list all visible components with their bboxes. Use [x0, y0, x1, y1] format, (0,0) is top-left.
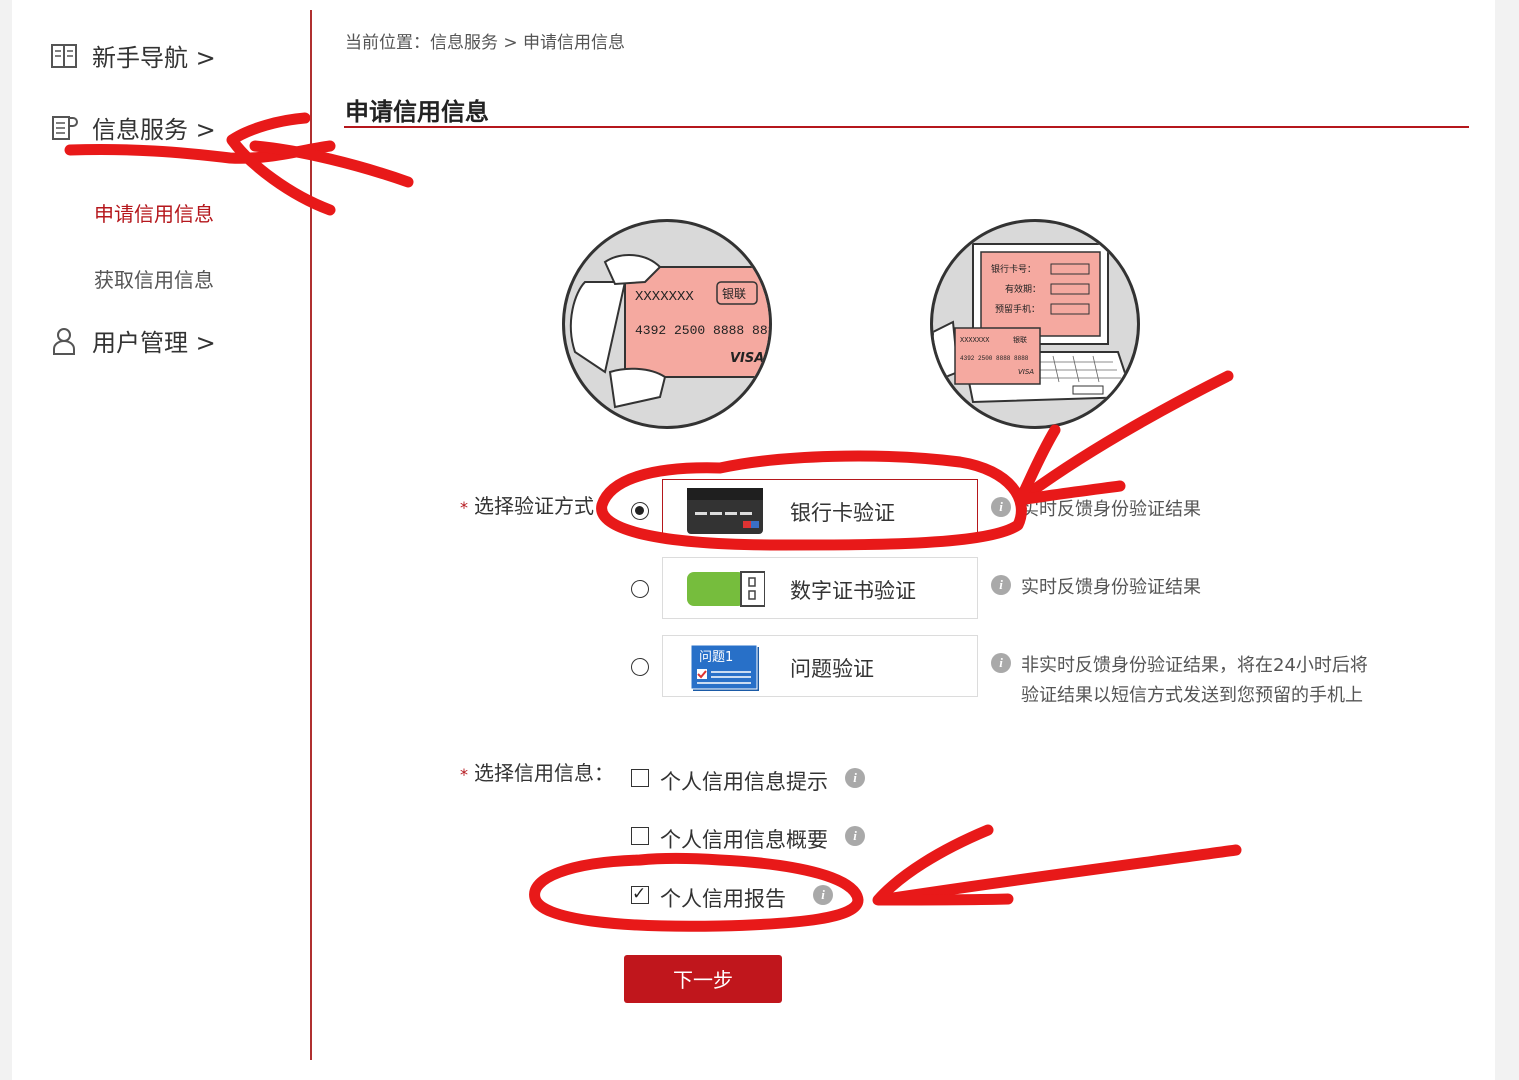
option-bank-card[interactable]: 银行卡验证 [662, 479, 978, 541]
required-mark: * [460, 498, 468, 517]
info-icon[interactable]: i [991, 497, 1011, 517]
checkbox-label: 个人信用信息提示 [660, 770, 828, 794]
option-label: 问题验证 [790, 657, 874, 681]
book-icon [48, 40, 80, 72]
usb-key-icon [685, 563, 766, 613]
nav-item-label: 新手导航 > [92, 44, 216, 72]
option-hint: 非实时反馈身份验证结果，将在24小时后将 [1021, 655, 1368, 676]
option-question[interactable]: 问题1 问题验证 [662, 635, 978, 697]
checkbox-credit-report[interactable]: ✓ [631, 884, 649, 904]
laptop-field-card: 银行卡号： [991, 263, 1036, 275]
card-number: 4392 2500 8888 888 [635, 323, 769, 338]
laptop-card-number: 4392 2500 8888 8888 [960, 355, 1029, 362]
laptop-field-phone: 预留手机： [995, 303, 1040, 315]
user-icon [48, 325, 80, 357]
laptop-field-expiry: 有效期： [1005, 283, 1041, 295]
laptop-card-name: XXXXXXX [960, 337, 990, 345]
checkbox-label: 个人信用报告 [660, 887, 786, 911]
credit-info-label-text: 选择信用信息： [474, 761, 614, 785]
checkbox-credit-summary[interactable] [631, 827, 649, 845]
title-underline [344, 126, 1469, 128]
page-title: 申请信用信息 [345, 98, 489, 126]
credit-info-label: * 选择信用信息： [460, 757, 614, 786]
sidebar: 新手导航 > 信息服务 > 申请信用信息 获取信用信息 用户管理 > [12, 0, 310, 1060]
page: 新手导航 > 信息服务 > 申请信用信息 获取信用信息 用户管理 > 当前位置：… [12, 0, 1495, 1080]
breadcrumb: 当前位置：信息服务 > 申请信用信息 [345, 33, 626, 53]
sidebar-item-apply-credit[interactable]: 申请信用信息 [94, 198, 214, 227]
option-digital-cert[interactable]: 数字证书验证 [662, 557, 978, 619]
scrollbar[interactable] [1495, 0, 1519, 1080]
radio-bank-card[interactable] [631, 502, 649, 520]
nav-item-guide[interactable]: 新手导航 > [48, 38, 216, 73]
card-illustration: XXXXXXX 银联 4392 2500 8888 888 VISA [562, 219, 772, 429]
document-icon [48, 112, 80, 144]
check-mark-icon: ✓ [632, 884, 647, 904]
sidebar-item-get-credit[interactable]: 获取信用信息 [94, 264, 214, 293]
laptop-card-brand: 银联 [1013, 335, 1027, 344]
sidebar-divider [310, 10, 312, 1060]
bank-card-icon [685, 485, 765, 535]
info-icon[interactable]: i [813, 885, 833, 905]
checkbox-label: 个人信用信息概要 [660, 828, 828, 852]
nav-item-label: 用户管理 > [92, 329, 216, 357]
question-card-icon: 问题1 [685, 641, 765, 691]
info-icon[interactable]: i [845, 768, 865, 788]
option-hint: 实时反馈身份验证结果 [1021, 499, 1201, 520]
info-icon[interactable]: i [845, 826, 865, 846]
info-icon[interactable]: i [991, 575, 1011, 595]
required-mark: * [460, 765, 468, 784]
nav-item-user-management[interactable]: 用户管理 > [48, 323, 216, 358]
option-hint: 验证结果以短信方式发送到您预留的手机上 [1021, 685, 1363, 706]
question-card-text: 问题1 [699, 650, 733, 665]
nav-item-label: 信息服务 > [92, 116, 216, 144]
checkbox-credit-tip[interactable] [631, 769, 649, 787]
laptop-illustration: 银行卡号： 有效期： 预留手机： XXXXXXX 银联 4392 2500 88… [930, 219, 1140, 429]
verify-method-label: * 选择验证方式： [460, 490, 614, 519]
nav-item-info-service[interactable]: 信息服务 > [48, 110, 216, 145]
radio-digital-cert[interactable] [631, 580, 649, 598]
card-brand: 银联 [722, 287, 746, 301]
option-label: 数字证书验证 [790, 579, 916, 603]
option-hint: 实时反馈身份验证结果 [1021, 577, 1201, 598]
card-network: VISA [730, 351, 764, 366]
verify-method-label-text: 选择验证方式： [474, 494, 614, 518]
option-label: 银行卡验证 [790, 501, 895, 525]
radio-question[interactable] [631, 658, 649, 676]
info-icon[interactable]: i [991, 653, 1011, 673]
card-name: XXXXXXX [635, 289, 694, 305]
laptop-card-network: VISA [1018, 368, 1034, 376]
next-button[interactable]: 下一步 [624, 955, 782, 1003]
